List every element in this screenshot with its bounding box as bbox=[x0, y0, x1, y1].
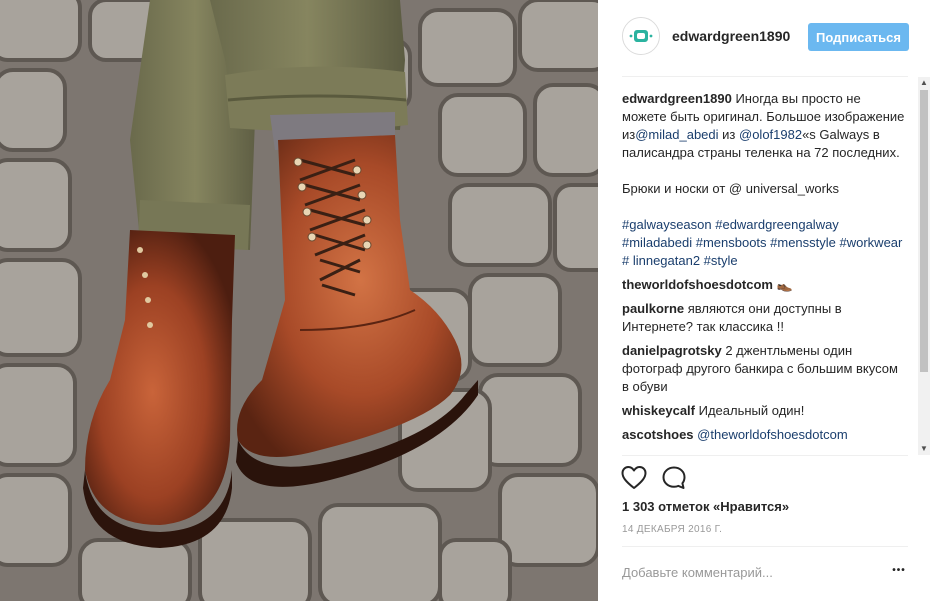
scroll-thumb[interactable] bbox=[920, 90, 928, 372]
follow-button[interactable]: Подписаться bbox=[808, 23, 909, 51]
comment-username[interactable]: whiskeycalf bbox=[622, 403, 695, 418]
comment-item: theworldofshoesdotcom 👞 bbox=[622, 276, 908, 294]
comments-list[interactable]: edwardgreen1890 Иногда вы просто не може… bbox=[622, 77, 908, 455]
post-side-panel: edwardgreen1890 Подписаться edwardgreen1… bbox=[598, 0, 930, 601]
comment-item: whiskeycalf Идеальный один! bbox=[622, 402, 908, 420]
likes-count[interactable]: 1 303 отметок «Нравится» bbox=[622, 499, 789, 514]
brand-logo-icon bbox=[623, 18, 659, 54]
like-button[interactable] bbox=[620, 464, 648, 492]
comment-text: 👞 bbox=[772, 277, 793, 292]
caption-hashtags[interactable]: #galwayseason #edwardgreengalway #milada… bbox=[622, 216, 908, 270]
caption-text-part2: из bbox=[718, 127, 739, 142]
more-options-button[interactable]: ••• bbox=[888, 562, 910, 580]
caption-mention-olof[interactable]: @olof1982 bbox=[739, 127, 802, 142]
scroll-up-arrow-icon[interactable]: ▲ bbox=[918, 77, 930, 89]
post-date: 14 ДЕКАБРЯ 2016 Г. bbox=[622, 524, 723, 535]
post-actions bbox=[598, 456, 930, 496]
more-dots-icon: ••• bbox=[892, 565, 906, 576]
comment-username[interactable]: danielpagrotsky bbox=[622, 343, 722, 358]
comment-username[interactable]: paulkorne bbox=[622, 301, 684, 316]
comment-input[interactable] bbox=[622, 560, 872, 584]
comment-mention[interactable]: @theworldofshoesdotcom bbox=[697, 427, 848, 442]
comment-item: danielpagrotsky 2 джентльмены один фотог… bbox=[622, 342, 908, 396]
caption-mention-milad[interactable]: @milad_abedi bbox=[635, 127, 718, 142]
comments-scrollbar[interactable]: ▲ ▼ bbox=[918, 77, 930, 455]
scroll-down-arrow-icon[interactable]: ▼ bbox=[918, 443, 930, 455]
comment-item: paulkorne являются они доступны в Интерн… bbox=[622, 300, 908, 336]
avatar[interactable] bbox=[622, 17, 660, 55]
caption-credits: Брюки и носки от @ universal_works bbox=[622, 181, 839, 196]
comment-item: ascotshoes @theworldofshoesdotcom bbox=[622, 426, 908, 444]
caption: edwardgreen1890 Иногда вы просто не може… bbox=[622, 90, 908, 270]
boots-photo-image bbox=[0, 0, 598, 601]
divider bbox=[622, 546, 908, 547]
post-author-username[interactable]: edwardgreen1890 bbox=[672, 28, 790, 44]
comment-username[interactable]: theworldofshoesdotcom bbox=[622, 277, 773, 292]
post-header: edwardgreen1890 Подписаться bbox=[598, 0, 930, 76]
comment-username[interactable]: ascotshoes bbox=[622, 427, 694, 442]
comment-text: Идеальный один! bbox=[695, 403, 805, 418]
caption-username[interactable]: edwardgreen1890 bbox=[622, 91, 732, 106]
heart-icon bbox=[621, 466, 647, 489]
post-photo[interactable] bbox=[0, 0, 598, 601]
comment-bubble-icon bbox=[662, 466, 686, 489]
comment-button[interactable] bbox=[660, 464, 688, 492]
